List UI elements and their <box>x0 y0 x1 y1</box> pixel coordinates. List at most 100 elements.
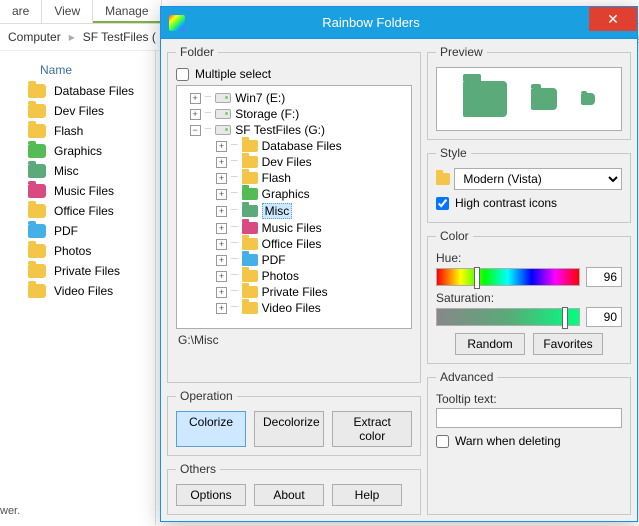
folder-icon <box>242 302 258 314</box>
window-title: Rainbow Folders <box>193 15 549 30</box>
saturation-thumb[interactable] <box>562 307 568 329</box>
list-item[interactable]: Video Files <box>10 281 155 301</box>
warn-input[interactable] <box>436 435 449 448</box>
tree-item-label: PDF <box>262 253 286 267</box>
expand-icon[interactable]: + <box>216 271 227 282</box>
list-item[interactable]: Graphics <box>10 141 155 161</box>
titlebar[interactable]: Rainbow Folders <box>161 7 637 39</box>
warn-label: Warn when deleting <box>455 434 561 448</box>
tree-item[interactable]: +─Video Files <box>179 300 409 316</box>
tooltip-input[interactable] <box>436 408 622 428</box>
hue-slider[interactable] <box>436 268 580 286</box>
folder-icon <box>28 204 46 218</box>
crumb-drive[interactable]: SF TestFiles ( <box>83 30 156 44</box>
drive-icon <box>215 125 231 135</box>
folder-group: Folder Multiple select +─Win7 (E:) +─Sto… <box>167 45 421 383</box>
close-button[interactable] <box>589 7 637 31</box>
tree-drive-f[interactable]: Storage (F:) <box>235 107 299 121</box>
tree-item[interactable]: +─Misc <box>179 202 409 220</box>
style-legend: Style <box>436 146 471 160</box>
hue-input[interactable] <box>586 267 622 287</box>
options-button[interactable]: Options <box>176 484 246 506</box>
about-button[interactable]: About <box>254 484 324 506</box>
list-item[interactable]: Misc <box>10 161 155 181</box>
folder-icon <box>28 224 46 238</box>
divider <box>155 50 156 525</box>
collapse-icon[interactable]: − <box>190 125 201 136</box>
folder-legend: Folder <box>176 45 218 59</box>
folder-icon <box>242 254 258 266</box>
preview-folder-medium-icon <box>531 88 557 110</box>
style-select[interactable]: Modern (Vista) <box>454 168 622 190</box>
tree-drive-g[interactable]: SF TestFiles (G:) <box>235 123 325 137</box>
tree-item-label: Graphics <box>262 187 310 201</box>
folder-icon <box>28 244 46 258</box>
list-item[interactable]: Music Files <box>10 181 155 201</box>
preview-legend: Preview <box>436 45 487 59</box>
list-item[interactable]: Database Files <box>10 81 155 101</box>
expand-icon[interactable]: + <box>216 303 227 314</box>
list-item[interactable]: Private Files <box>10 261 155 281</box>
tab-share[interactable]: are <box>0 0 42 23</box>
folder-icon <box>242 156 258 168</box>
crumb-computer[interactable]: Computer <box>8 30 61 44</box>
list-item[interactable]: Office Files <box>10 201 155 221</box>
expand-icon[interactable]: + <box>216 189 227 200</box>
tab-manage[interactable]: Manage <box>93 0 161 23</box>
multiple-select-input[interactable] <box>176 68 189 81</box>
tree-item[interactable]: +─PDF <box>179 252 409 268</box>
expand-icon[interactable]: + <box>190 109 201 120</box>
expand-icon[interactable]: + <box>216 239 227 250</box>
tree-item[interactable]: +─Office Files <box>179 236 409 252</box>
expand-icon[interactable]: + <box>216 287 227 298</box>
favorites-button[interactable]: Favorites <box>533 333 603 355</box>
list-item[interactable]: PDF <box>10 221 155 241</box>
operation-group: Operation Colorize Decolorize Extract co… <box>167 389 421 456</box>
decolorize-button[interactable]: Decolorize <box>254 411 324 447</box>
expand-icon[interactable]: + <box>216 223 227 234</box>
preview-folder-large-icon <box>463 81 507 117</box>
folder-tree[interactable]: +─Win7 (E:) +─Storage (F:) −─SF TestFile… <box>176 85 412 329</box>
hue-thumb[interactable] <box>474 267 480 289</box>
folder-label: Graphics <box>54 144 102 158</box>
list-item[interactable]: Flash <box>10 121 155 141</box>
high-contrast-checkbox[interactable]: High contrast icons <box>436 196 622 210</box>
expand-icon[interactable]: + <box>216 255 227 266</box>
column-header-name[interactable]: Name <box>10 59 155 81</box>
expand-icon[interactable]: + <box>190 93 201 104</box>
help-button[interactable]: Help <box>332 484 402 506</box>
folder-label: Dev Files <box>54 104 104 118</box>
colorize-button[interactable]: Colorize <box>176 411 246 447</box>
tree-item[interactable]: +─Photos <box>179 268 409 284</box>
folder-icon <box>242 205 258 217</box>
expand-icon[interactable]: + <box>216 141 227 152</box>
list-item[interactable]: Dev Files <box>10 101 155 121</box>
tree-item[interactable]: +─Flash <box>179 170 409 186</box>
extract-color-button[interactable]: Extract color <box>332 411 412 447</box>
folder-icon <box>28 124 46 138</box>
tab-view[interactable]: View <box>42 0 93 23</box>
warn-checkbox[interactable]: Warn when deleting <box>436 434 622 448</box>
list-item[interactable]: Photos <box>10 241 155 261</box>
high-contrast-input[interactable] <box>436 197 449 210</box>
tree-item-label: Private Files <box>262 285 328 299</box>
app-icon <box>169 15 185 31</box>
folder-label: PDF <box>54 224 78 238</box>
tree-item[interactable]: +─Music Files <box>179 220 409 236</box>
saturation-slider[interactable] <box>436 308 580 326</box>
tree-drive-e[interactable]: Win7 (E:) <box>235 91 285 105</box>
expand-icon[interactable]: + <box>216 206 227 217</box>
random-button[interactable]: Random <box>455 333 525 355</box>
folder-icon <box>28 164 46 178</box>
folder-icon <box>242 188 258 200</box>
rainbow-folders-window: Rainbow Folders Folder Multiple select +… <box>160 6 638 522</box>
expand-icon[interactable]: + <box>216 157 227 168</box>
expand-icon[interactable]: + <box>216 173 227 184</box>
saturation-input[interactable] <box>586 307 622 327</box>
tree-item[interactable]: +─Dev Files <box>179 154 409 170</box>
tree-item[interactable]: +─Private Files <box>179 284 409 300</box>
tree-item[interactable]: +─Database Files <box>179 138 409 154</box>
file-list: Name Database Files Dev Files Flash Graphic… <box>0 51 155 526</box>
multiple-select-checkbox[interactable]: Multiple select <box>176 67 412 81</box>
tree-item[interactable]: +─Graphics <box>179 186 409 202</box>
